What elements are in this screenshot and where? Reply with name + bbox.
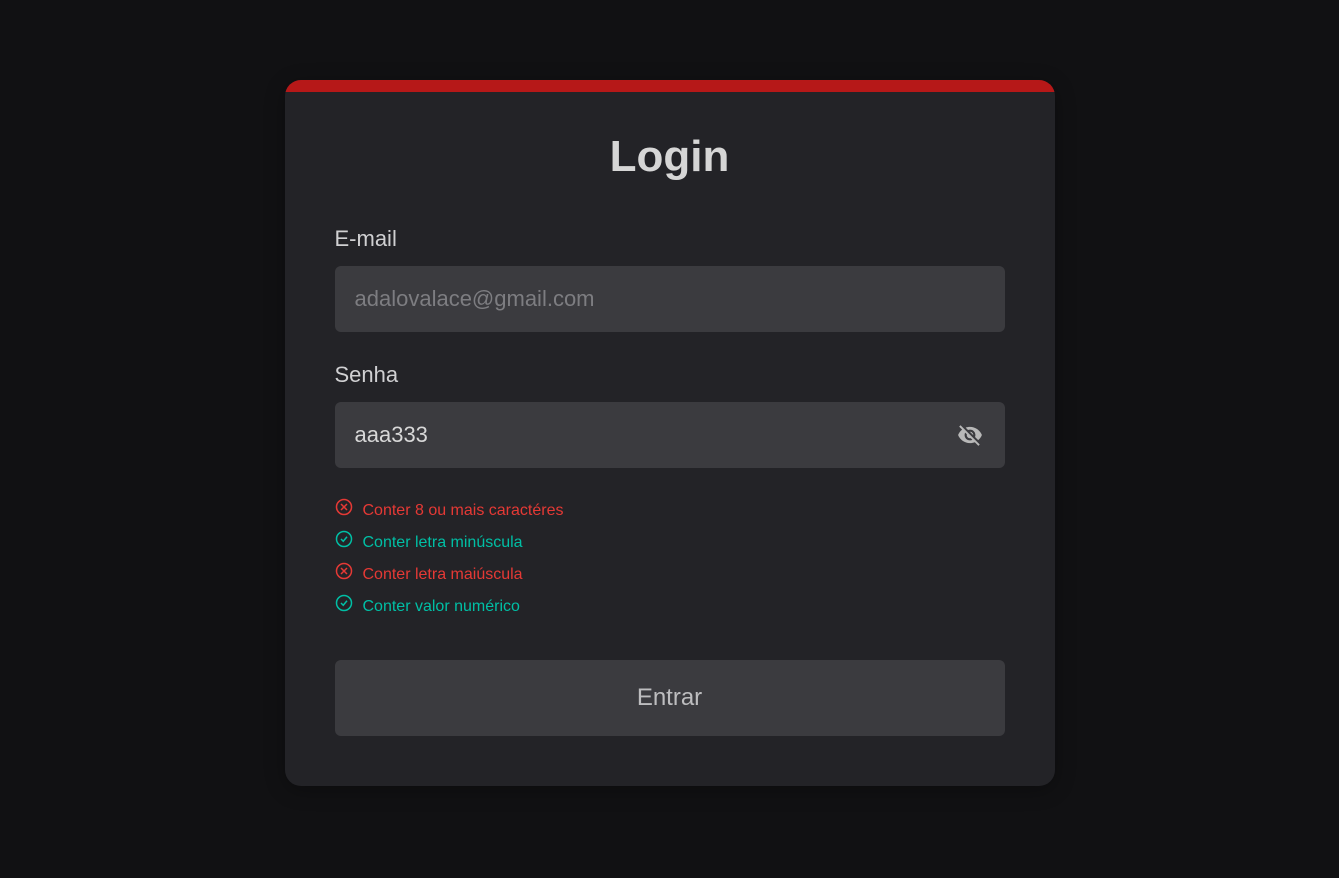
validation-text: Conter letra minúscula [363, 531, 523, 555]
validation-text: Conter letra maiúscula [363, 563, 523, 587]
password-group: Senha [335, 362, 1005, 468]
validation-item: Conter letra maiúscula [335, 562, 1005, 588]
card-content: Login E-mail Senha Conter 8 ou mais cara… [285, 92, 1055, 786]
validation-text: Conter valor numérico [363, 595, 520, 619]
password-input-wrapper [335, 402, 1005, 468]
submit-button[interactable]: Entrar [335, 660, 1005, 736]
email-group: E-mail [335, 226, 1005, 332]
check-circle-icon [335, 594, 353, 620]
validation-item: Conter valor numérico [335, 594, 1005, 620]
toggle-password-visibility-button[interactable] [949, 414, 991, 456]
login-card: Login E-mail Senha Conter 8 ou mais cara… [285, 80, 1055, 786]
page-title: Login [335, 132, 1005, 182]
email-input-wrapper [335, 266, 1005, 332]
x-circle-icon [335, 498, 353, 524]
password-validation-list: Conter 8 ou mais caractéres Conter letra … [335, 498, 1005, 620]
email-input[interactable] [335, 266, 1005, 332]
accent-bar [285, 80, 1055, 92]
password-input[interactable] [335, 402, 1005, 468]
validation-item: Conter letra minúscula [335, 530, 1005, 556]
email-label: E-mail [335, 226, 1005, 252]
validation-item: Conter 8 ou mais caractéres [335, 498, 1005, 524]
x-circle-icon [335, 562, 353, 588]
eye-off-icon [957, 422, 983, 448]
password-label: Senha [335, 362, 1005, 388]
validation-text: Conter 8 ou mais caractéres [363, 499, 564, 523]
check-circle-icon [335, 530, 353, 556]
